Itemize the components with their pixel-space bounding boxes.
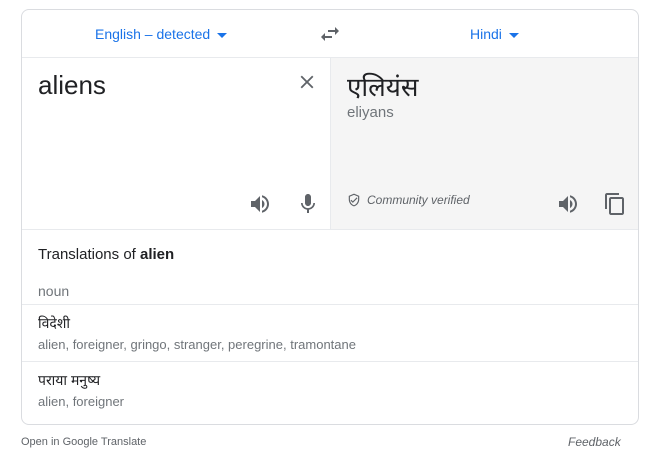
copy-translation-button[interactable] (603, 192, 627, 216)
target-language-label: Hindi (470, 26, 502, 42)
target-panel: एलियंस eliyans Community verified (331, 58, 638, 229)
target-language-select[interactable]: Hindi (470, 10, 519, 58)
translations-heading-word: alien (140, 246, 175, 263)
translation-word: पराया मनुष्य (38, 372, 101, 388)
part-of-speech: noun (38, 283, 70, 299)
voice-input-button[interactable] (296, 192, 320, 216)
translated-text: एलियंस (347, 72, 419, 102)
source-language-label: English – detected (95, 26, 211, 42)
copy-icon (605, 193, 624, 215)
divider (22, 361, 638, 362)
clear-source-button[interactable] (296, 71, 318, 93)
language-bar: English – detected Hindi (22, 10, 638, 58)
translation-entry[interactable]: विदेशी alien, foreigner, gringo, strange… (38, 314, 624, 352)
translations-section: Translations of alien noun विदेशी alien,… (22, 229, 638, 409)
swap-languages-button[interactable] (318, 22, 342, 46)
translations-heading: Translations of alien (38, 246, 174, 263)
listen-source-button[interactable] (248, 192, 272, 216)
open-in-google-translate-link[interactable]: Open in Google Translate (21, 436, 146, 448)
translations-heading-prefix: Translations of (38, 246, 140, 263)
shield-check-icon (348, 193, 360, 207)
source-language-select[interactable]: English – detected (95, 10, 228, 58)
translation-synonyms: alien, foreigner (38, 394, 124, 409)
microphone-icon (301, 194, 315, 213)
speaker-icon (251, 195, 269, 213)
chevron-down-icon (508, 32, 519, 38)
community-verified-badge: Community verified (347, 193, 470, 207)
chevron-down-icon (217, 32, 228, 38)
swap-icon (321, 27, 339, 41)
close-icon (300, 75, 314, 89)
translate-card: English – detected Hindi aliens एलियंस e… (21, 9, 639, 425)
transliteration-text: eliyans (347, 104, 394, 121)
translation-synonyms: alien, foreigner, gringo, stranger, pere… (38, 337, 356, 352)
translation-entry[interactable]: पराया मनुष्य alien, foreigner (38, 371, 624, 409)
translation-word: विदेशी (38, 315, 70, 331)
listen-translation-button[interactable] (556, 192, 580, 216)
speaker-icon (559, 195, 577, 213)
source-text-input[interactable]: aliens (38, 70, 106, 101)
divider (22, 304, 638, 305)
verified-label: Community verified (367, 193, 470, 207)
feedback-link[interactable]: Feedback (568, 435, 621, 449)
source-panel: aliens (22, 58, 331, 229)
